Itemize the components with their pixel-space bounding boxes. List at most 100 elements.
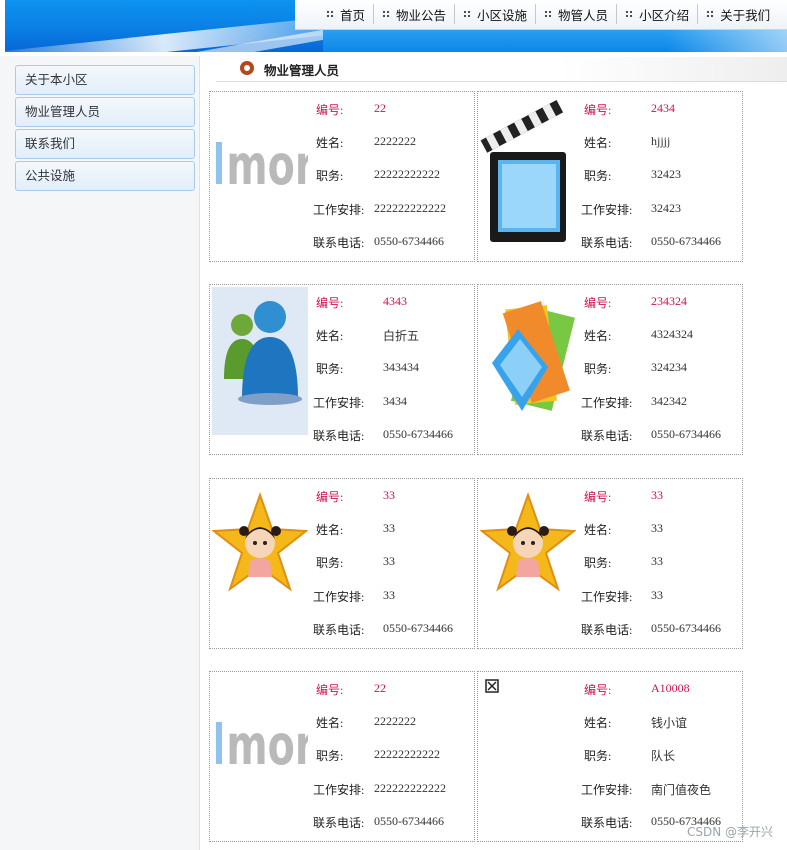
field-label-schedule: 工作安排: xyxy=(313,590,365,604)
nav-announcements[interactable]: 物业公告 xyxy=(374,4,456,24)
nav-staff[interactable]: 物管人员 xyxy=(536,4,618,24)
field-value-position: 32423 xyxy=(651,167,681,181)
field-value-name: 2222222 xyxy=(374,714,416,728)
sidebar-item-public-facilities[interactable]: 公共设施 xyxy=(15,161,195,191)
field-value-name: 4324324 xyxy=(651,327,693,341)
dots-icon xyxy=(625,10,634,18)
field-label-position: 职务: xyxy=(584,749,612,763)
field-value-schedule: 32423 xyxy=(651,201,681,215)
field-label-schedule: 工作安排: xyxy=(313,783,365,797)
field-label-position: 职务: xyxy=(584,169,612,183)
field-value-id: 33 xyxy=(383,488,395,502)
field-label-phone: 联系电话: xyxy=(581,236,633,250)
star-girl-icon xyxy=(479,481,577,629)
field-value-position: 22222222222 xyxy=(374,167,440,181)
field-label-name: 姓名: xyxy=(584,329,612,343)
field-label-schedule: 工作安排: xyxy=(581,590,633,604)
staff-card: 编号: A10008 姓名: 钱小谊 职务: 队长 工作安排: 南门值夜色 联系电话: 0550-… xyxy=(477,671,743,842)
staff-card: more 编号: 22 姓名: 2222222 职务: 22222222222 工作安排: 22… xyxy=(209,671,475,842)
nav-label: 物管人员 xyxy=(558,7,609,23)
field-value-schedule: 342342 xyxy=(651,394,687,408)
field-value-position: 324234 xyxy=(651,360,687,374)
field-label-schedule: 工作安排: xyxy=(581,396,633,410)
bullet-icon xyxy=(240,61,254,75)
field-value-position: 22222222222 xyxy=(374,747,440,761)
field-label-name: 姓名: xyxy=(316,329,344,343)
nav-label: 物业公告 xyxy=(396,7,447,23)
nav-label: 首页 xyxy=(340,7,366,23)
messenger-users-icon xyxy=(212,287,308,435)
header-banner xyxy=(5,0,323,52)
field-value-phone: 0550-6734466 xyxy=(651,621,721,635)
field-value-id: 2434 xyxy=(651,101,675,115)
field-label-position: 职务: xyxy=(316,749,344,763)
field-label-id: 编号: xyxy=(584,103,612,117)
svg-text:more: more xyxy=(226,715,308,778)
field-value-schedule: 222222222222 xyxy=(374,201,446,215)
field-value-schedule: 南门值夜色 xyxy=(651,783,712,797)
field-value-name: hjjjj xyxy=(651,134,671,148)
field-value-position: 343434 xyxy=(383,360,419,374)
field-label-position: 职务: xyxy=(316,362,344,376)
sidebar-item-contact[interactable]: 联系我们 xyxy=(15,129,195,159)
field-value-id: 22 xyxy=(374,681,386,695)
more-logo: more xyxy=(212,94,341,242)
field-value-position: 33 xyxy=(651,554,663,568)
field-value-position: 33 xyxy=(383,554,395,568)
nav-label: 小区设施 xyxy=(477,7,528,23)
field-label-id: 编号: xyxy=(316,490,344,504)
dots-icon xyxy=(706,10,715,18)
field-label-phone: 联系电话: xyxy=(313,429,365,443)
field-label-name: 姓名: xyxy=(584,523,612,537)
staff-card: 编号: 33 姓名: 33 职务: 33 工作安排: 33 联系电话: 0550-6734466 xyxy=(209,478,475,649)
field-value-id: 234324 xyxy=(651,294,687,308)
field-value-phone: 0550-6734466 xyxy=(651,234,721,248)
dots-icon xyxy=(463,10,472,18)
staff-card: more 编号: 22 姓名: 2222222 职务: 22222222222 工作安排: 22… xyxy=(209,91,475,262)
nav-about[interactable]: 关于我们 xyxy=(698,4,778,24)
field-value-id: 4343 xyxy=(383,294,407,308)
sidebar-item-management-staff[interactable]: 物业管理人员 xyxy=(15,97,195,127)
field-value-id: 33 xyxy=(651,488,663,502)
field-label-schedule: 工作安排: xyxy=(581,203,633,217)
top-nav: 首页 物业公告 小区设施 物管人员 小区介绍 关于我们 xyxy=(318,4,778,24)
field-label-id: 编号: xyxy=(316,296,344,310)
field-label-id: 编号: xyxy=(316,683,344,697)
field-value-id: A10008 xyxy=(651,681,690,695)
watermark: CSDN @李开兴 xyxy=(686,825,773,839)
field-value-name: 33 xyxy=(383,521,395,535)
nav-home[interactable]: 首页 xyxy=(318,4,375,24)
staff-card: 编号: 2434 姓名: hjjjj 职务: 32423 工作安排: 32423 联系电话: 05… xyxy=(477,91,743,262)
star-girl-icon xyxy=(211,481,309,629)
sidebar-item-about-community[interactable]: 关于本小区 xyxy=(15,65,195,95)
field-label-id: 编号: xyxy=(316,103,344,117)
field-label-phone: 联系电话: xyxy=(581,429,633,443)
section-header: 物业管理人员 xyxy=(216,57,787,82)
field-label-phone: 联系电话: xyxy=(313,236,365,250)
nav-intro[interactable]: 小区介绍 xyxy=(617,4,699,24)
sidebar: 关于本小区 物业管理人员 联系我们 公共设施 xyxy=(0,56,200,850)
field-label-id: 编号: xyxy=(584,296,612,310)
clapperboard-icon xyxy=(480,94,576,242)
nav-label: 小区介绍 xyxy=(639,7,690,23)
field-value-name: 33 xyxy=(651,521,663,535)
nav-facilities[interactable]: 小区设施 xyxy=(455,4,537,24)
field-label-position: 职务: xyxy=(584,362,612,376)
field-label-phone: 联系电话: xyxy=(313,816,365,830)
header: 首页 物业公告 小区设施 物管人员 小区介绍 关于我们 xyxy=(0,0,787,56)
staff-card: 编号: 4343 姓名: 白折五 职务: 343434 工作安排: 3434 联系电话: 0550… xyxy=(209,284,475,455)
field-label-name: 姓名: xyxy=(584,136,612,150)
field-value-phone: 0550-6734466 xyxy=(383,427,453,441)
staff-card: 编号: 234324 姓名: 4324324 职务: 324234 工作安排: 342342 联… xyxy=(477,284,743,455)
more-logo: more xyxy=(212,674,341,822)
photo-cards-icon xyxy=(480,287,576,435)
staff-card: 编号: 33 姓名: 33 职务: 33 工作安排: 33 联系电话: 0550-6734466 xyxy=(477,478,743,649)
field-value-schedule: 222222222222 xyxy=(374,781,446,795)
field-label-id: 编号: xyxy=(584,490,612,504)
field-label-name: 姓名: xyxy=(316,523,344,537)
field-label-schedule: 工作安排: xyxy=(313,396,365,410)
broken-image-icon xyxy=(480,674,576,822)
field-label-name: 姓名: xyxy=(316,136,344,150)
field-label-position: 职务: xyxy=(316,556,344,570)
field-value-name: 2222222 xyxy=(374,134,416,148)
